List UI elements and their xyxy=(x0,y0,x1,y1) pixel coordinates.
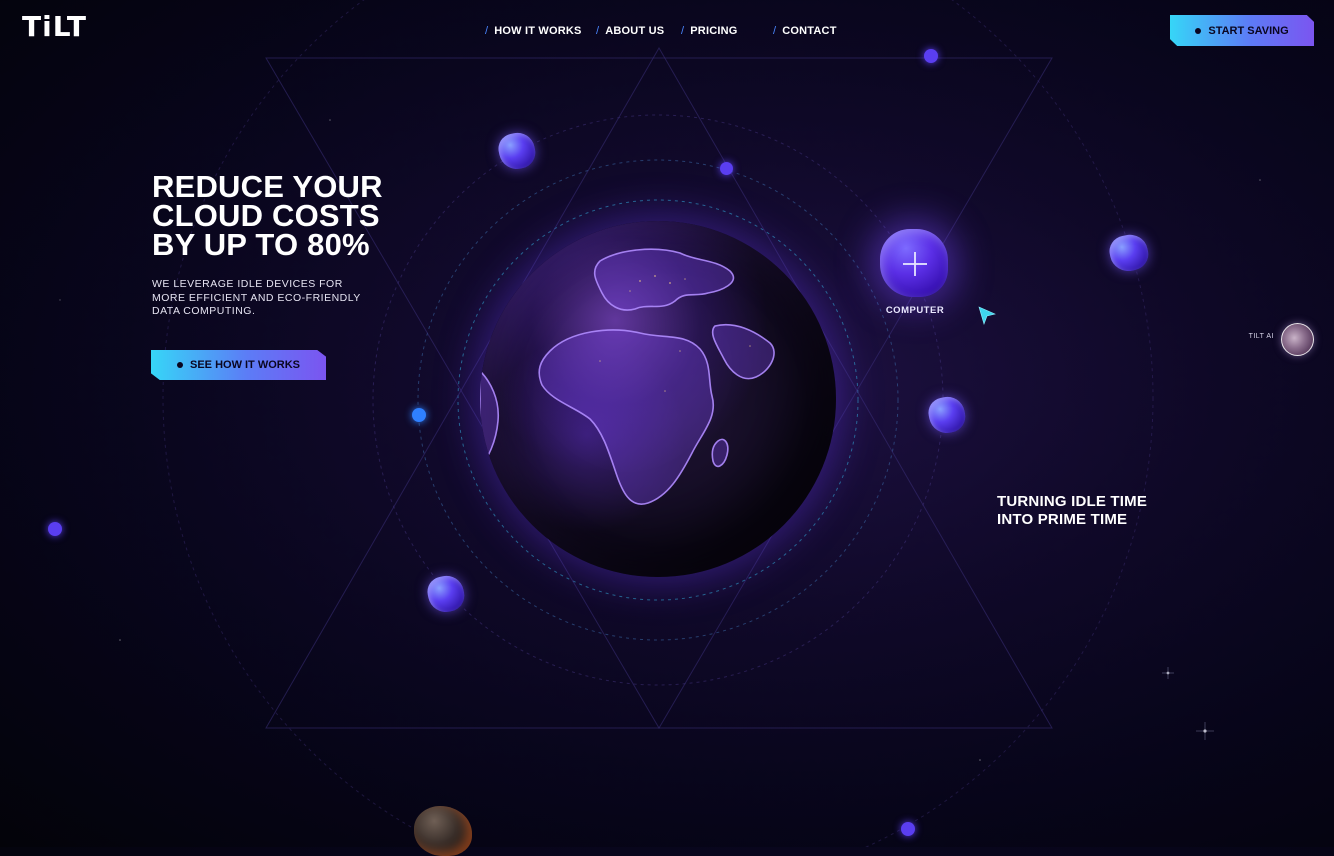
hero-subtitle-line: MORE EFFICIENT AND ECO-FRIENDLY xyxy=(152,291,361,304)
tilt-ai-label: TILT AI xyxy=(1248,333,1274,340)
computer-node-label: COMPUTER xyxy=(885,305,945,316)
nav-about-us[interactable]: / ABOUT US xyxy=(596,24,664,38)
nav-pricing[interactable]: / PRICING xyxy=(681,24,738,38)
nav-separator: / xyxy=(485,25,489,37)
continents-graphic xyxy=(480,248,775,505)
nav-item-label: HOW IT WORKS xyxy=(494,25,582,37)
cursor-pointer-icon xyxy=(978,306,996,325)
hero-title-line: BY UP TO 80% xyxy=(152,227,370,262)
hero-subtitle-line: WE LEVERAGE IDLE DEVICES FOR xyxy=(152,278,343,290)
nav-separator: / xyxy=(681,25,685,37)
computer-node-button[interactable] xyxy=(880,229,948,297)
earth-globe xyxy=(480,221,836,577)
tilt-ai-avatar-button[interactable] xyxy=(1281,323,1314,356)
orbit-dot xyxy=(720,162,733,175)
hero-title: REDUCE YOUR CLOUD COSTS BY UP TO 80% xyxy=(152,169,452,262)
nav-separator: / xyxy=(773,25,777,37)
nav-separator: / xyxy=(596,25,600,37)
nav-item-label: CONTACT xyxy=(782,25,837,37)
hero-subtitle: WE LEVERAGE IDLE DEVICES FOR MORE EFFICI… xyxy=(152,278,382,319)
dot-icon xyxy=(1195,27,1202,34)
hero-title-line: CLOUD COSTS xyxy=(152,198,380,233)
nav-contact[interactable]: / CONTACT xyxy=(773,24,837,38)
nav-item-label: ABOUT US xyxy=(605,25,665,37)
tagline-line: INTO PRIME TIME xyxy=(997,511,1128,528)
start-saving-label: START SAVING xyxy=(1208,24,1289,37)
brand-logo[interactable]: TiLT xyxy=(22,10,87,43)
hero-title-line: REDUCE YOUR xyxy=(152,169,383,204)
start-saving-button[interactable]: START SAVING xyxy=(1170,15,1314,46)
nav-item-label: PRICING xyxy=(690,25,738,37)
hero-subtitle-line: DATA COMPUTING. xyxy=(152,305,256,317)
orbit-dot xyxy=(901,822,915,836)
dot-icon xyxy=(177,362,183,368)
tagline-line: TURNING IDLE TIME xyxy=(997,493,1148,510)
see-how-it-works-label: SEE HOW IT WORKS xyxy=(190,359,300,371)
orbit-dot xyxy=(48,522,62,536)
orbit-dot xyxy=(924,49,938,63)
orbit-dot xyxy=(412,408,426,422)
see-how-it-works-button[interactable]: SEE HOW IT WORKS xyxy=(151,350,326,380)
nav-how-it-works[interactable]: / HOW IT WORKS xyxy=(485,24,582,38)
tagline: TURNING IDLE TIME INTO PRIME TIME xyxy=(997,493,1197,529)
